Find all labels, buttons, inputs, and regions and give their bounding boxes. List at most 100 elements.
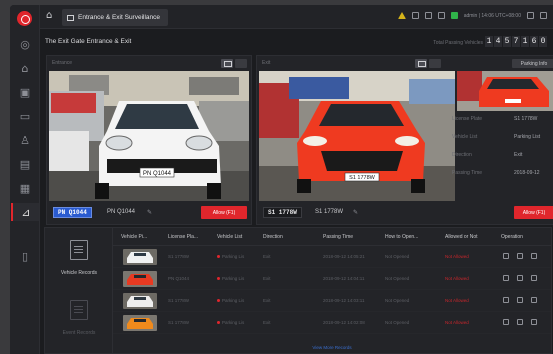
parking-info-button[interactable]: Parking Info: [512, 59, 553, 68]
edit-icon[interactable]: ✎: [353, 209, 358, 216]
entrance-allow-button[interactable]: Allow (F1): [201, 206, 247, 219]
column-header[interactable]: Vehicle List: [217, 234, 242, 240]
time-cell: 2018-09-12 14:04:11: [323, 276, 365, 281]
copy-icon[interactable]: [531, 253, 537, 259]
video-icon[interactable]: ▭: [15, 107, 35, 125]
bell-icon[interactable]: [411, 12, 419, 19]
column-header[interactable]: Direction: [263, 234, 283, 240]
person-icon[interactable]: ♙: [15, 131, 35, 149]
copy-icon[interactable]: [531, 297, 537, 303]
info-key: Passing Time: [452, 170, 483, 176]
card-label: Vehicle Records: [60, 270, 98, 276]
tab-entrance-exit[interactable]: Entrance & Exit Surveillance: [62, 9, 169, 26]
vehicle-thumbnail[interactable]: [123, 293, 157, 309]
column-header[interactable]: How to Open...: [385, 234, 418, 240]
live-view-icon[interactable]: [415, 59, 427, 68]
svg-text:PN Q1044: PN Q1044: [143, 171, 172, 177]
allowed-cell: Not Allowed: [445, 276, 469, 281]
time-cell: 2018-09-12 14:05:21: [323, 254, 365, 259]
open-method-cell: Not Opened: [385, 276, 410, 281]
view-icon[interactable]: [503, 253, 509, 259]
vehicle-thumbnail[interactable]: [123, 271, 157, 287]
vehicle-records-card[interactable]: Vehicle Records: [51, 236, 107, 286]
edit-icon[interactable]: [517, 275, 523, 281]
counter-digit: 1: [521, 36, 529, 47]
plate-cell: PN Q1044: [168, 276, 190, 281]
map-icon[interactable]: ⌂: [15, 59, 35, 77]
table-row[interactable]: S1 1778W Parking Lis Exit 2018-09-12 14:…: [113, 312, 551, 334]
status-dot: [217, 277, 220, 281]
status-dot: [217, 321, 220, 325]
record-cards: Vehicle Records Event Records: [45, 228, 113, 354]
warning-icon[interactable]: [397, 12, 406, 19]
page-title: The Exit Gate Entrance & Exit: [45, 38, 132, 45]
vehicle-thumbnail[interactable]: [123, 315, 157, 331]
panel-label: Entrance: [52, 60, 73, 66]
device-icon[interactable]: ▯: [15, 247, 35, 265]
tab-label: Entrance & Exit Surveillance: [78, 14, 161, 21]
vehicle-thumbnail[interactable]: [123, 249, 157, 265]
entrance-plate-text: PN Q1044: [107, 209, 136, 215]
row-operations: [503, 319, 537, 325]
edit-icon[interactable]: [517, 297, 523, 303]
copy-icon[interactable]: [531, 319, 537, 325]
close-icon[interactable]: [540, 12, 547, 19]
table-row[interactable]: PN Q1044 Parking Lis Exit 2018-09-12 14:…: [113, 268, 551, 290]
vehicle-picture: [123, 249, 157, 265]
exit-allow-button[interactable]: Allow (F1): [514, 206, 553, 219]
entrance-camera-image: PN Q1044: [49, 71, 249, 201]
panel-header: Entrance: [47, 56, 251, 71]
counter-digit: 0: [539, 36, 547, 47]
exit-capture-thumbnail[interactable]: [457, 71, 553, 111]
grid-icon[interactable]: ▦: [15, 179, 35, 197]
direction-cell: Exit: [263, 254, 271, 259]
app-window: ◎ ⌂ ▣ ▭ ♙ ▤ ▦ ⊿ ▯ ⌂ Entrance & Exit Surv…: [10, 5, 553, 354]
table-row[interactable]: S1 1778W Parking Lis Exit 2018-09-12 14:…: [113, 246, 551, 268]
status-icon[interactable]: [450, 12, 458, 19]
exit-camera-image: S1 1778W: [259, 71, 455, 201]
edit-icon[interactable]: ✎: [147, 209, 152, 216]
exit-footer: S1 1778W S1 1778W ✎ Allow (F1): [257, 202, 553, 224]
exit-camera-view[interactable]: S1 1778W: [259, 71, 455, 201]
minimize-icon[interactable]: [527, 12, 534, 19]
view-more-link[interactable]: View More Records: [113, 345, 551, 350]
home-icon[interactable]: ⌂: [46, 10, 52, 21]
list-cell-text: Parking Lis: [222, 254, 245, 259]
view-icon[interactable]: [503, 319, 509, 325]
event-records-card[interactable]: Event Records: [51, 296, 107, 346]
records-section: Vehicle Records Event Records Vehicle Pi…: [44, 227, 552, 354]
vehicle-picture: [123, 293, 157, 309]
exit-plate-badge: S1 1778W: [263, 207, 302, 218]
column-header[interactable]: Operation: [501, 234, 523, 240]
column-header[interactable]: Vehicle Pi...: [121, 234, 147, 240]
card-label: Event Records: [62, 330, 96, 336]
barrier-icon[interactable]: ⊿: [11, 203, 39, 221]
allowed-cell: Not Allowed: [445, 254, 469, 259]
counter-digit: 5: [503, 36, 511, 47]
copy-icon[interactable]: [531, 275, 537, 281]
tab-icon: [67, 14, 74, 21]
column-header[interactable]: License Pla...: [168, 234, 198, 240]
view-icon[interactable]: [503, 275, 509, 281]
allowed-cell: Not Allowed: [445, 298, 469, 303]
vehicle-picture: [123, 315, 157, 331]
settings-icon[interactable]: [424, 12, 432, 19]
plate-cell: S1 1778W: [168, 254, 190, 259]
playback-icon[interactable]: [235, 59, 247, 68]
door-icon[interactable]: ▤: [15, 155, 35, 173]
user-info[interactable]: admin | 14:06 UTC+08:00: [464, 13, 521, 19]
edit-icon[interactable]: [517, 319, 523, 325]
column-header[interactable]: Allowed or Not: [445, 234, 478, 240]
camera-icon[interactable]: ▣: [15, 83, 35, 101]
column-header[interactable]: Passing Time: [323, 234, 353, 240]
dashboard-icon[interactable]: ◎: [15, 35, 35, 53]
list-cell-text: Parking Lis: [222, 276, 245, 281]
playback-icon[interactable]: [429, 59, 441, 68]
table-row[interactable]: S1 1778W Parking Lis Exit 2018-09-12 14:…: [113, 290, 551, 312]
message-icon[interactable]: [437, 12, 445, 19]
edit-icon[interactable]: [517, 253, 523, 259]
view-icon[interactable]: [503, 297, 509, 303]
entrance-camera-view[interactable]: PN Q1044: [49, 71, 249, 201]
info-value: Exit: [514, 152, 523, 158]
live-view-icon[interactable]: [221, 59, 233, 68]
